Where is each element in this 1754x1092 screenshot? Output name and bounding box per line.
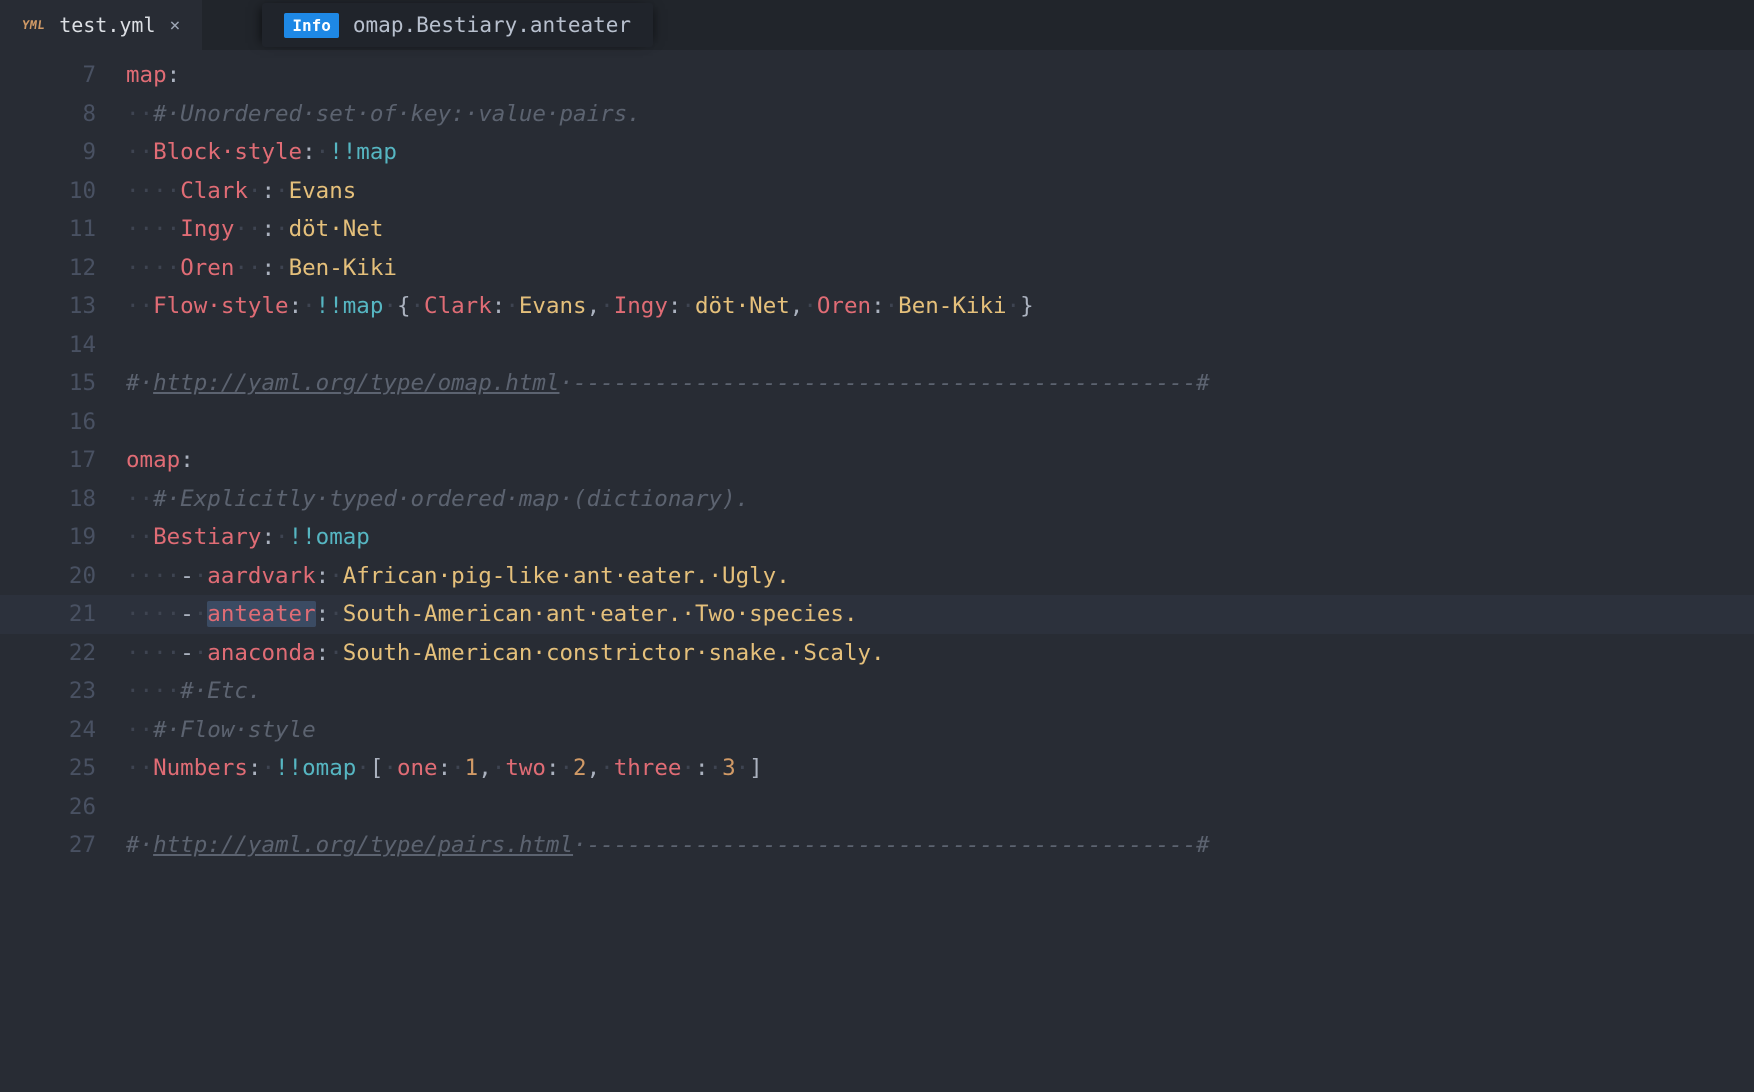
- line-number: 23: [0, 672, 126, 711]
- tab-filename: test.yml: [59, 13, 155, 37]
- code-line[interactable]: 13··Flow·style:·!!map·{·Clark:·Evans,·In…: [0, 287, 1754, 326]
- line-number: 19: [0, 518, 126, 557]
- line-content[interactable]: ····-·anaconda:·South-American·constrict…: [126, 634, 1754, 673]
- line-number: 13: [0, 287, 126, 326]
- code-line[interactable]: 12····Oren··:·Ben-Kiki: [0, 249, 1754, 288]
- code-line[interactable]: 9··Block·style:·!!map: [0, 133, 1754, 172]
- tab-bar: YML test.yml × Info omap.Bestiary.anteat…: [0, 0, 1754, 50]
- breadcrumb-path: omap.Bestiary.anteater: [353, 13, 631, 37]
- breadcrumb[interactable]: Info omap.Bestiary.anteater: [262, 3, 653, 47]
- line-content[interactable]: [126, 403, 1754, 442]
- code-editor[interactable]: 7map:8··#·Unordered·set·of·key:·value·pa…: [0, 50, 1754, 865]
- line-number: 12: [0, 249, 126, 288]
- line-content[interactable]: ··Bestiary:·!!omap: [126, 518, 1754, 557]
- code-line[interactable]: 19··Bestiary:·!!omap: [0, 518, 1754, 557]
- code-line[interactable]: 27#·http://yaml.org/type/pairs.html·----…: [0, 826, 1754, 865]
- line-content[interactable]: #·http://yaml.org/type/pairs.html·------…: [126, 826, 1754, 865]
- line-number: 25: [0, 749, 126, 788]
- line-number: 24: [0, 711, 126, 750]
- line-number: 17: [0, 441, 126, 480]
- code-line[interactable]: 10····Clark·:·Evans: [0, 172, 1754, 211]
- line-number: 27: [0, 826, 126, 865]
- code-line[interactable]: 26: [0, 788, 1754, 827]
- line-content[interactable]: ··#·Unordered·set·of·key:·value·pairs.: [126, 95, 1754, 134]
- code-line[interactable]: 18··#·Explicitly·typed·ordered·map·(dict…: [0, 480, 1754, 519]
- line-content[interactable]: ··Block·style:·!!map: [126, 133, 1754, 172]
- line-number: 9: [0, 133, 126, 172]
- line-content[interactable]: ····-·anteater:·South-American·ant·eater…: [126, 595, 1754, 634]
- code-line[interactable]: 20····-·aardvark:·African·pig-like·ant·e…: [0, 557, 1754, 596]
- line-content[interactable]: [126, 788, 1754, 827]
- line-number: 11: [0, 210, 126, 249]
- line-content[interactable]: ····Clark·:·Evans: [126, 172, 1754, 211]
- code-line[interactable]: 21····-·anteater:·South-American·ant·eat…: [0, 595, 1754, 634]
- line-number: 7: [0, 56, 126, 95]
- line-number: 20: [0, 557, 126, 596]
- line-number: 26: [0, 788, 126, 827]
- code-line[interactable]: 8··#·Unordered·set·of·key:·value·pairs.: [0, 95, 1754, 134]
- line-number: 14: [0, 326, 126, 365]
- line-number: 10: [0, 172, 126, 211]
- line-content[interactable]: omap:: [126, 441, 1754, 480]
- close-icon[interactable]: ×: [170, 15, 181, 36]
- line-content[interactable]: ··#·Explicitly·typed·ordered·map·(dictio…: [126, 480, 1754, 519]
- line-content[interactable]: [126, 326, 1754, 365]
- line-number: 16: [0, 403, 126, 442]
- line-content[interactable]: ··Numbers:·!!omap·[·one:·1,·two:·2,·thre…: [126, 749, 1754, 788]
- line-content[interactable]: ··#·Flow·style: [126, 711, 1754, 750]
- line-content[interactable]: ··Flow·style:·!!map·{·Clark:·Evans,·Ingy…: [126, 287, 1754, 326]
- line-number: 22: [0, 634, 126, 673]
- code-line[interactable]: 22····-·anaconda:·South-American·constri…: [0, 634, 1754, 673]
- info-badge: Info: [284, 13, 339, 38]
- code-line[interactable]: 24··#·Flow·style: [0, 711, 1754, 750]
- code-line[interactable]: 7map:: [0, 56, 1754, 95]
- code-line[interactable]: 23····#·Etc.: [0, 672, 1754, 711]
- line-number: 15: [0, 364, 126, 403]
- line-content[interactable]: ····Ingy··:·döt·Net: [126, 210, 1754, 249]
- line-content[interactable]: map:: [126, 56, 1754, 95]
- line-content[interactable]: ····-·aardvark:·African·pig-like·ant·eat…: [126, 557, 1754, 596]
- yaml-file-icon: YML: [21, 18, 46, 32]
- tab-file[interactable]: YML test.yml ×: [0, 0, 202, 50]
- line-number: 18: [0, 480, 126, 519]
- code-line[interactable]: 14: [0, 326, 1754, 365]
- code-line[interactable]: 16: [0, 403, 1754, 442]
- line-content[interactable]: ····Oren··:·Ben-Kiki: [126, 249, 1754, 288]
- code-line[interactable]: 25··Numbers:·!!omap·[·one:·1,·two:·2,·th…: [0, 749, 1754, 788]
- code-line[interactable]: 17omap:: [0, 441, 1754, 480]
- line-content[interactable]: #·http://yaml.org/type/omap.html·-------…: [126, 364, 1754, 403]
- line-content[interactable]: ····#·Etc.: [126, 672, 1754, 711]
- code-line[interactable]: 15#·http://yaml.org/type/omap.html·-----…: [0, 364, 1754, 403]
- line-number: 21: [0, 595, 126, 634]
- code-line[interactable]: 11····Ingy··:·döt·Net: [0, 210, 1754, 249]
- line-number: 8: [0, 95, 126, 134]
